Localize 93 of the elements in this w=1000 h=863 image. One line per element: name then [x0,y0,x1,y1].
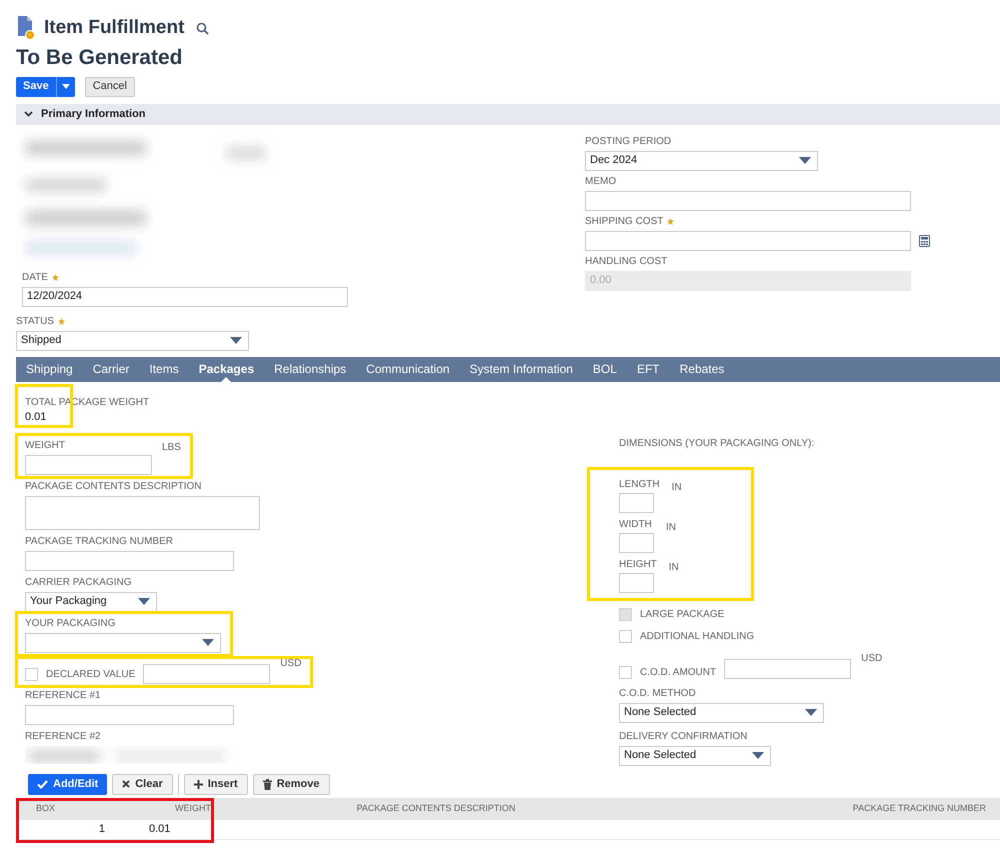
field-label: STATUS [16,314,54,328]
tab[interactable]: System Information [470,356,573,382]
unit-label: USD [861,652,882,666]
tab[interactable]: Communication [366,356,450,382]
trash-icon [262,778,272,790]
section-header[interactable]: Primary Information [16,104,1000,124]
input-field[interactable] [25,454,152,474]
field-label: ADDITIONAL HANDLING [640,630,754,644]
tab[interactable]: EFT [636,356,660,382]
table-cell-text: 1 [98,822,106,837]
tab[interactable]: Carrier [92,356,130,382]
input-field[interactable] [619,532,654,552]
unit-label: LBS [162,440,181,454]
input-field[interactable] [619,492,654,512]
calculator-icon[interactable] [919,234,930,246]
save-menu-button[interactable] [56,76,75,96]
search-icon[interactable] [196,22,210,35]
caret-icon [62,84,70,89]
input-field[interactable] [25,496,260,530]
dropdown[interactable]: Your Packaging [25,592,157,612]
dropdown[interactable]: None Selected [619,746,771,766]
field-label: CARRIER PACKAGING [25,576,132,590]
input-field[interactable] [619,572,654,592]
field-label: HEIGHT [619,558,657,572]
caret-icon [202,639,214,646]
input-field[interactable]: 12/20/2024 [22,286,348,306]
field-label: POSTING PERIOD [585,134,672,148]
unit-label: IN [666,520,676,534]
page-title: Item Fulfillment [44,16,184,40]
tab[interactable]: Relationships [274,356,346,382]
table-cell-text: 0.01 [148,822,172,837]
field-label: DATE [22,270,48,284]
chevron-icon [24,111,33,117]
save-button[interactable]: Save [16,76,56,96]
caret-icon [799,157,811,164]
list-button[interactable]: Insert [184,774,248,794]
caret-icon [230,337,242,344]
field-label: WIDTH [619,518,653,532]
section-label: DIMENSIONS (YOUR PACKAGING ONLY): [619,436,816,450]
field-label: SHIPPING COST [585,214,664,228]
input-field[interactable] [25,704,234,724]
checkbox[interactable] [619,630,632,642]
tab[interactable]: Rebates [680,356,724,382]
field-label: LARGE PACKAGE [640,608,724,622]
field-label: C.O.D. METHOD [619,686,696,700]
dropdown[interactable]: Dec 2024 [585,150,818,170]
check-icon [37,780,48,788]
list-button[interactable]: Remove [252,774,330,794]
unit-label: IN [672,480,682,494]
column-header: PACKAGE TRACKING NUMBER [852,802,986,815]
field-label: LENGTH [619,478,660,492]
input-field[interactable] [25,550,234,570]
input-field[interactable] [585,230,911,250]
unit-label: IN [668,560,679,574]
field-value: 0.01 [25,410,48,424]
field-label: PACKAGE CONTENTS DESCRIPTION [25,480,202,494]
plus-icon [194,780,203,788]
field-label: HANDLING COST [585,254,668,268]
caret-icon [752,752,764,759]
column-header: WEIGHT [174,802,211,815]
unit-label: USD [280,656,302,670]
field-label: REFERENCE #2 [25,730,101,744]
field-label: WEIGHT [25,438,65,452]
record-title: To Be Generated [16,44,184,70]
column-header: BOX [36,802,56,815]
field-label: YOUR PACKAGING [25,616,116,630]
checkbox[interactable] [619,666,632,678]
input-field[interactable] [143,664,270,684]
field-label: DECLARED VALUE [46,668,136,682]
list-button[interactable]: Add/Edit [28,774,108,794]
caret-icon [805,709,817,716]
cancel-button[interactable]: Cancel [84,76,135,96]
checkbox[interactable] [25,668,38,680]
list-button[interactable]: Clear [112,774,173,794]
field-label: DELIVERY CONFIRMATION [619,730,748,744]
field-label: MEMO [585,174,616,188]
field-label: C.O.D. AMOUNT [640,666,716,680]
column-header: PACKAGE CONTENTS DESCRIPTION [356,802,516,815]
tab[interactable]: Items [149,356,179,382]
tab[interactable]: BOL [592,356,617,382]
dropdown[interactable]: Shipped [16,330,249,350]
document-icon [16,16,36,40]
close-icon [122,780,130,788]
tab-pointer-icon [221,376,232,382]
input-field[interactable] [724,658,852,678]
input-field[interactable] [585,190,911,210]
caret-icon [138,598,150,605]
dropdown[interactable] [25,632,221,652]
dropdown[interactable]: None Selected [619,702,824,722]
field-label: PACKAGE TRACKING NUMBER [25,534,173,548]
tab[interactable]: Shipping [26,356,73,382]
tab[interactable]: Packages [198,356,254,382]
field-label: REFERENCE #1 [25,688,101,702]
